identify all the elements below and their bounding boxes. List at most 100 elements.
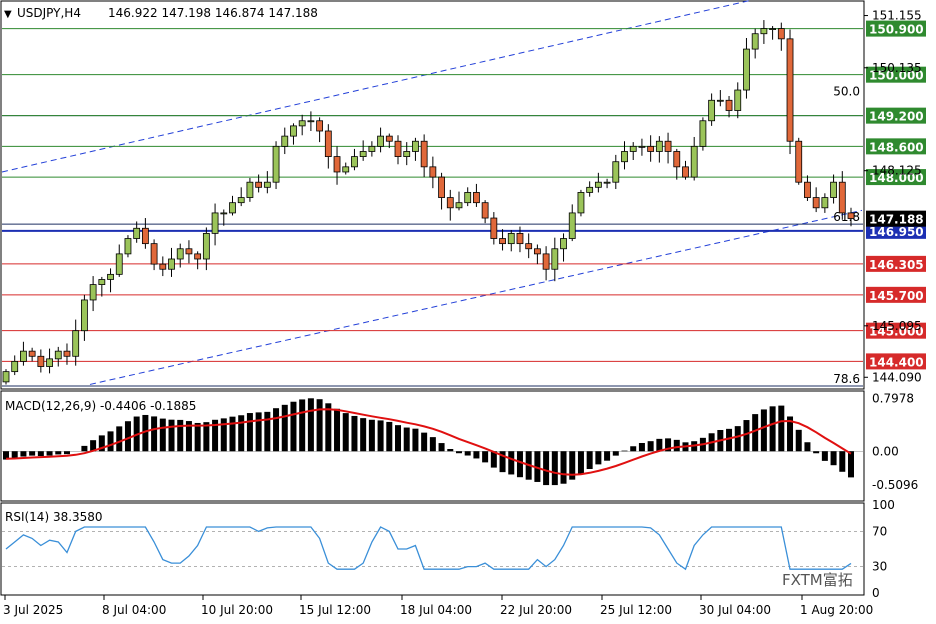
- macd-bar: [316, 399, 323, 452]
- macd-bar: [743, 420, 750, 452]
- macd-bar: [238, 415, 245, 452]
- candle-body: [377, 135, 384, 147]
- rsi-title: RSI(14) 38.3580: [5, 510, 103, 524]
- macd-bar: [595, 451, 602, 465]
- macd-bar: [760, 409, 767, 452]
- rsi-panel: 100 70 30 0: [2, 498, 895, 600]
- macd-bar: [307, 398, 314, 452]
- macd-bar: [246, 413, 253, 452]
- candle-body: [490, 217, 498, 239]
- macd-bar: [647, 441, 654, 452]
- candle-body: [647, 145, 655, 152]
- macd-bar: [177, 419, 184, 452]
- candle-body: [324, 130, 332, 158]
- candle-body: [438, 176, 445, 198]
- candle-body: [507, 232, 515, 245]
- macd-bar: [778, 405, 785, 452]
- candle-body: [403, 151, 411, 157]
- symbol-triangle-icon: ▼: [4, 9, 12, 20]
- candle-body: [20, 350, 27, 362]
- macd-bar: [203, 422, 210, 452]
- candle-body: [446, 197, 454, 209]
- candle-body: [464, 192, 472, 204]
- candle-body: [682, 166, 689, 178]
- candle-body: [420, 140, 428, 168]
- candle-body: [298, 120, 306, 127]
- candle-body: [202, 232, 210, 260]
- candle-body: [481, 202, 489, 219]
- candle-body: [246, 181, 254, 198]
- candle-body: [229, 202, 236, 214]
- candle-body: [743, 48, 750, 91]
- candle-body: [429, 166, 437, 178]
- candle-body: [54, 350, 62, 360]
- candle-body: [11, 360, 19, 373]
- macd-bar: [473, 451, 480, 459]
- macd-bar: [403, 427, 410, 452]
- candle-body: [290, 125, 297, 137]
- macd-title: MACD(12,26,9) -0.4406 -0.1885: [5, 399, 196, 413]
- candle-body: [725, 99, 733, 111]
- support-level-label: 145.700: [869, 289, 924, 303]
- macd-bar: [560, 451, 567, 484]
- macd-bar: [543, 451, 550, 486]
- candle-body: [211, 212, 219, 234]
- macd-bar: [769, 406, 776, 452]
- macd-bar: [395, 425, 402, 452]
- candle-body: [46, 358, 53, 367]
- candle-body: [804, 181, 811, 198]
- candle-body: [133, 227, 141, 239]
- macd-bar: [368, 419, 375, 452]
- time-tick-label: 18 Jul 04:00: [400, 603, 472, 617]
- candle-body: [473, 192, 480, 204]
- macd-bar: [116, 426, 123, 452]
- macd-bar: [577, 451, 584, 475]
- candle-body: [838, 181, 846, 214]
- candle-body: [664, 140, 672, 152]
- candle-body: [159, 263, 167, 270]
- macd-bar: [412, 428, 419, 452]
- macd-bar: [839, 451, 846, 472]
- candle-body: [185, 248, 193, 255]
- macd-bar: [848, 451, 854, 478]
- macd-bar: [726, 428, 733, 452]
- chart-ohlc: 146.922 147.198 146.874 147.188: [108, 6, 318, 20]
- candle-body: [690, 145, 698, 178]
- macd-bar: [63, 451, 70, 455]
- macd-bar: [377, 420, 384, 452]
- candle-body: [220, 212, 228, 215]
- candle-body: [830, 181, 837, 198]
- price-panel: 50.061.878.6150.900150.000149.200148.600…: [1, 0, 926, 387]
- macd-bar: [638, 442, 645, 452]
- macd-bar: [55, 451, 62, 455]
- candle-body: [412, 140, 419, 152]
- candle-body: [176, 248, 184, 260]
- candle-body: [586, 186, 594, 193]
- macd-bar: [830, 451, 837, 466]
- macd-bar: [438, 443, 445, 452]
- macd-signal-line: [5, 408, 852, 476]
- candle-body: [751, 33, 759, 50]
- macd-bar: [255, 412, 262, 452]
- macd-bar: [752, 414, 759, 452]
- macd-bar: [482, 451, 489, 463]
- macd-bar: [325, 403, 332, 452]
- macd-bar: [168, 419, 175, 452]
- candle-body: [847, 212, 855, 219]
- candle-body: [612, 161, 620, 183]
- macd-bar: [551, 451, 558, 486]
- candle-body: [821, 197, 829, 209]
- resistance-level-label: 148.600: [869, 140, 924, 154]
- candle-body: [168, 258, 175, 270]
- candle-body: [594, 181, 602, 188]
- price-tick-label: 148.125: [872, 164, 922, 178]
- candle-body: [316, 120, 324, 132]
- candle-body: [237, 197, 245, 204]
- macd-bar: [229, 416, 236, 452]
- candle-body: [760, 28, 768, 35]
- candle-body: [734, 89, 742, 111]
- candle-body: [385, 135, 393, 142]
- candle-body: [499, 238, 506, 245]
- candle-body: [812, 197, 820, 209]
- candle-body: [124, 238, 132, 255]
